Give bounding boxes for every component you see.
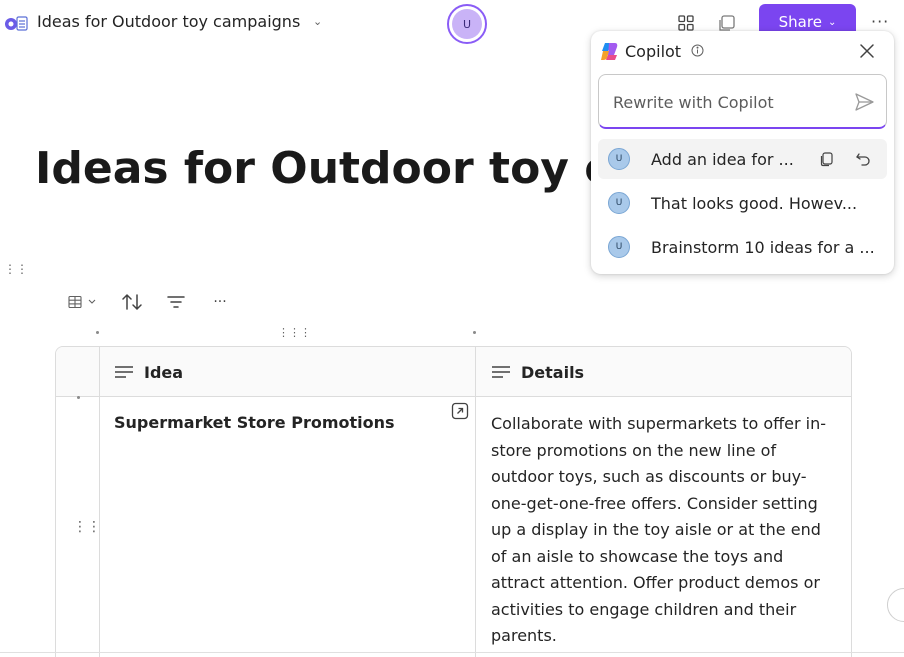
history-item-text: That looks good. Howev... xyxy=(651,193,858,213)
user-avatar: U xyxy=(608,192,630,214)
copy-icon[interactable] xyxy=(819,151,835,167)
user-avatar: U xyxy=(608,236,630,258)
history-item-text: Add an idea for ... xyxy=(651,149,794,169)
drag-handle-icon[interactable]: ⋮⋮ xyxy=(4,262,28,276)
chevron-down-icon[interactable]: ⌄ xyxy=(313,15,322,28)
user-avatar[interactable]: U xyxy=(447,4,487,44)
text-column-icon xyxy=(492,366,510,378)
column-resize-dot[interactable] xyxy=(473,331,476,334)
row-drag-handle-icon[interactable]: ⋮⋮ xyxy=(73,519,101,535)
history-item-text: Brainstorm 10 ideas for a ... xyxy=(651,237,875,257)
ideas-table: Idea Details ⋮⋮ Supermarket Store Promot… xyxy=(55,346,852,657)
column-header-details[interactable]: Details xyxy=(491,347,584,397)
copilot-title: Copilot xyxy=(625,42,682,61)
copilot-history-item[interactable]: U Brainstorm 10 ideas for a ... xyxy=(598,227,887,267)
copilot-history-item[interactable]: U Add an idea for ... xyxy=(598,139,887,179)
filter-icon[interactable] xyxy=(160,288,192,316)
copilot-logo-icon xyxy=(601,43,618,60)
user-avatar: U xyxy=(608,148,630,170)
copilot-panel: Copilot Rewrite with Copilot U Add an id… xyxy=(591,31,894,274)
sort-icon[interactable] xyxy=(116,288,148,316)
document-title[interactable]: Ideas for Outdoor toy campaigns xyxy=(37,12,300,31)
column-header-label: Details xyxy=(521,362,585,382)
prompt-placeholder: Rewrite with Copilot xyxy=(613,93,774,112)
column-resize-dot[interactable] xyxy=(96,331,99,334)
column-divider xyxy=(475,347,476,657)
scroll-button[interactable] xyxy=(887,588,904,622)
table-more-button[interactable]: ··· xyxy=(204,288,236,316)
column-header-label: Idea xyxy=(144,362,184,382)
avatar-initial: U xyxy=(452,9,482,39)
info-icon[interactable] xyxy=(691,44,704,57)
bottom-divider xyxy=(0,652,904,653)
send-icon[interactable] xyxy=(853,91,875,113)
text-column-icon xyxy=(115,366,133,378)
copilot-history-item[interactable]: U That looks good. Howev... xyxy=(598,183,887,223)
open-row-icon[interactable] xyxy=(451,402,469,420)
undo-icon[interactable] xyxy=(854,150,872,168)
table-toolbar: ··· xyxy=(62,288,236,316)
column-header-idea[interactable]: Idea xyxy=(114,347,183,397)
table-cell-details[interactable]: Collaborate with supermarkets to offer i… xyxy=(491,411,841,650)
copilot-prompt-input[interactable]: Rewrite with Copilot xyxy=(598,74,887,129)
row-resize-dot[interactable] xyxy=(77,396,80,399)
more-options-button[interactable]: ··· xyxy=(871,12,889,31)
page-title[interactable]: Ideas for Outdoor toy ca xyxy=(35,143,640,194)
close-icon[interactable] xyxy=(857,41,877,61)
loop-app-icon[interactable] xyxy=(4,14,28,32)
chevron-down-icon: ⌄ xyxy=(827,16,837,28)
table-cell-idea[interactable]: Supermarket Store Promotions xyxy=(114,413,395,432)
table-view-button[interactable] xyxy=(62,288,102,316)
column-drag-handle-icon[interactable]: ⋮⋮⋮ xyxy=(278,326,311,339)
column-divider xyxy=(99,347,100,657)
share-label: Share xyxy=(778,13,822,31)
